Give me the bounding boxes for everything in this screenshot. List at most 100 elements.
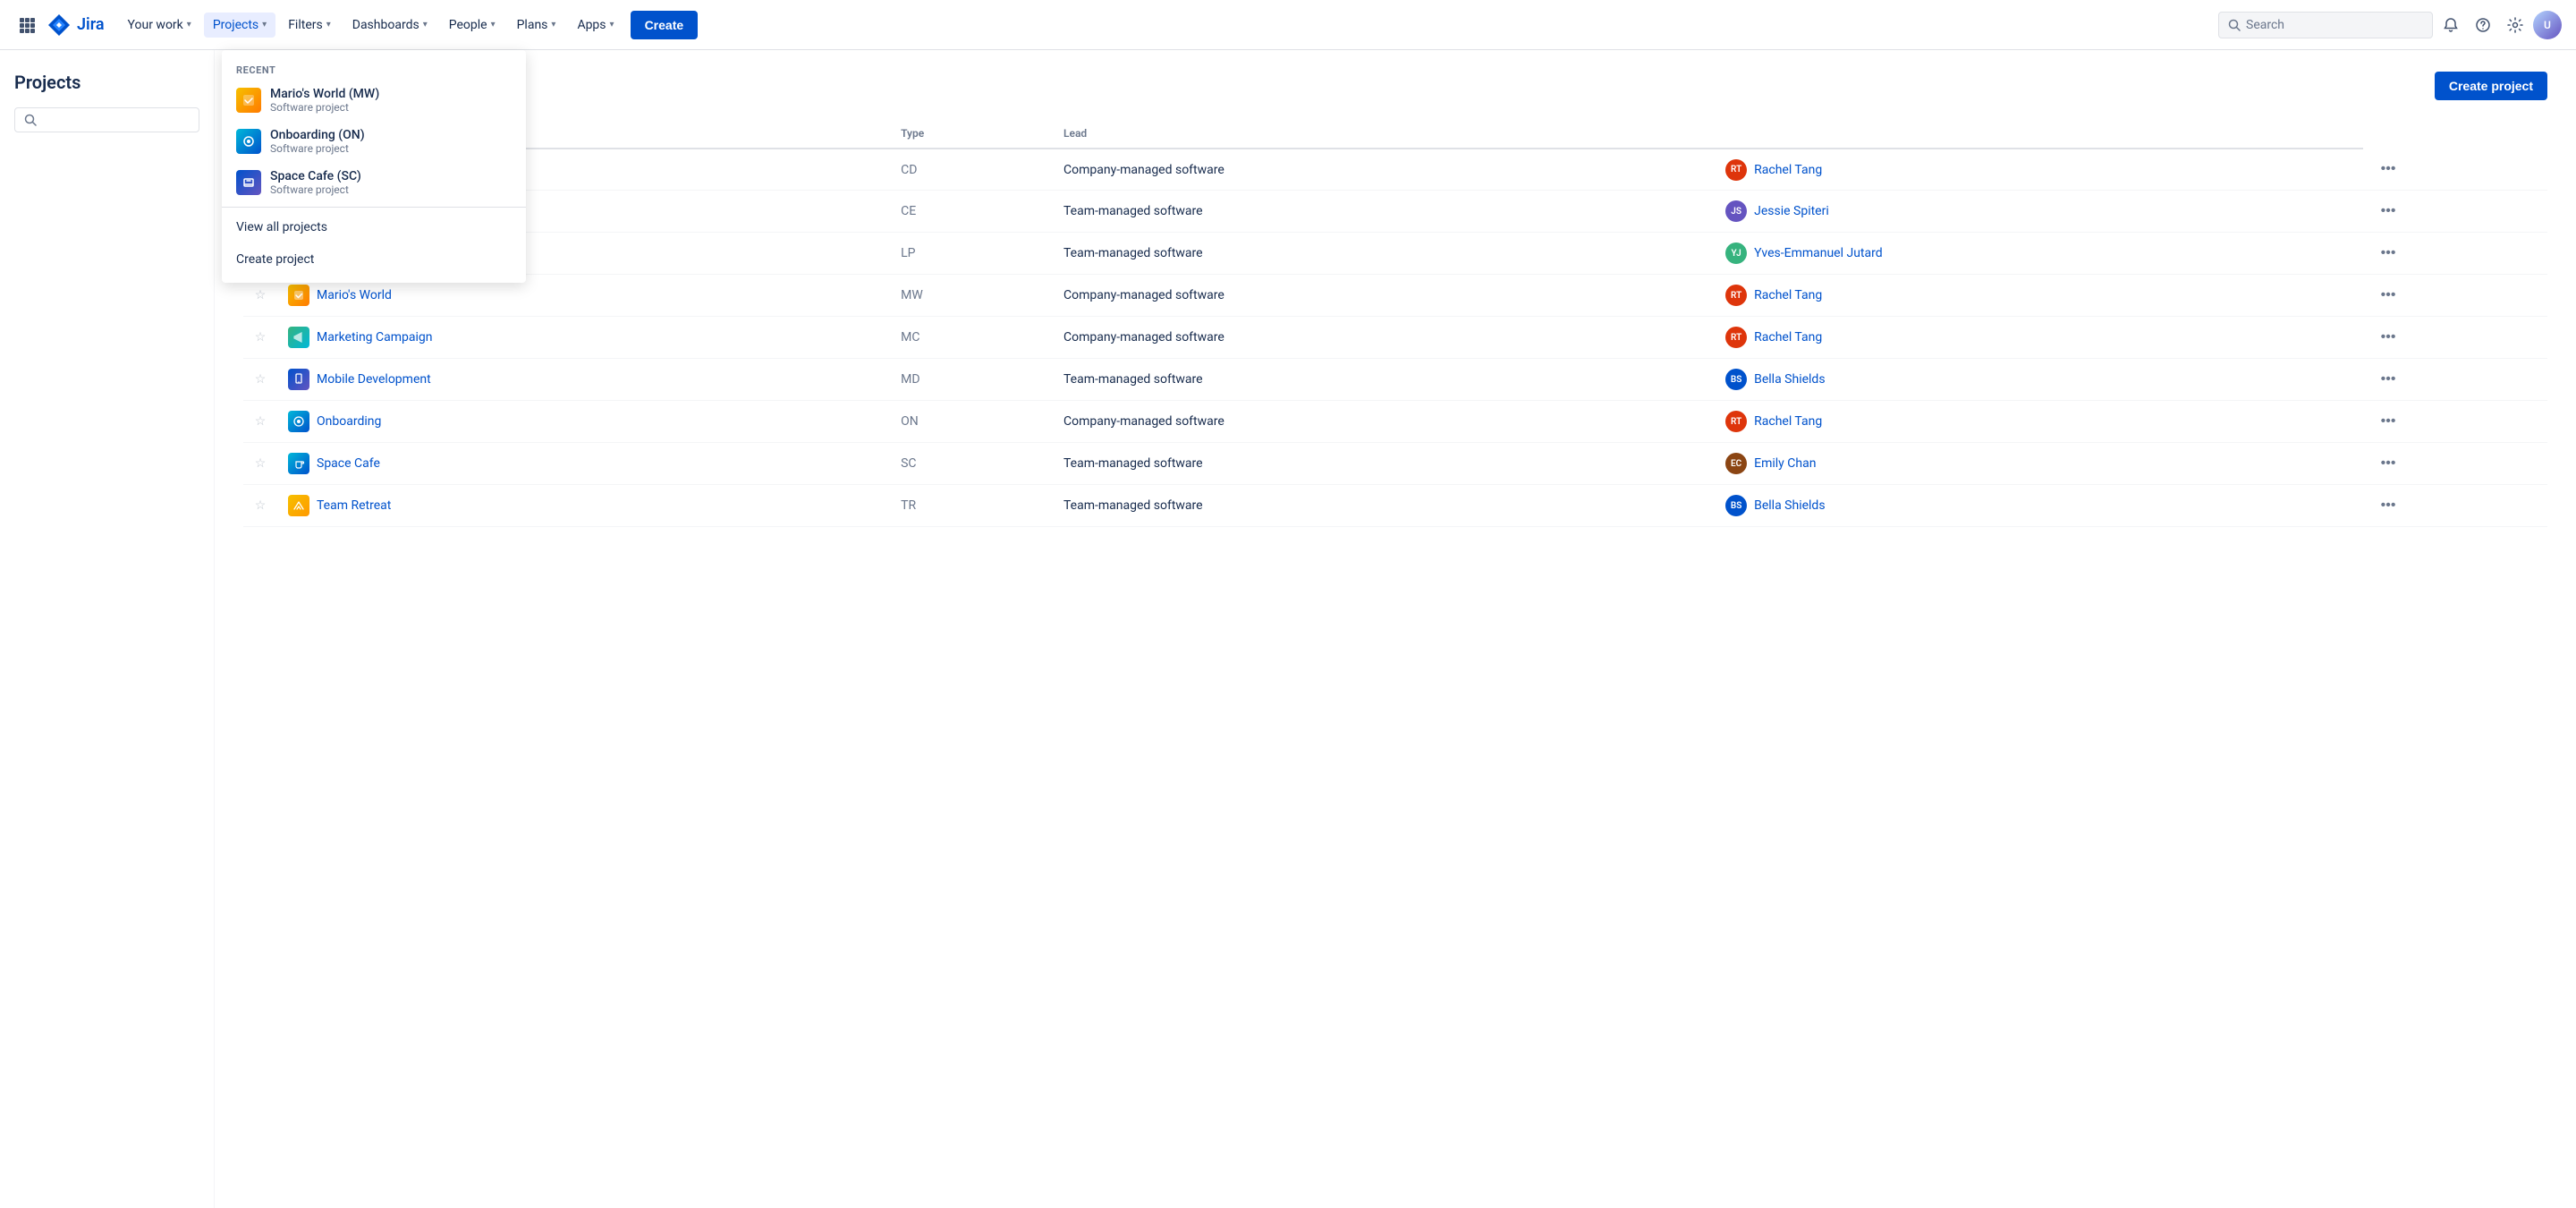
settings-button[interactable] [2501, 11, 2529, 39]
main-header: Create project [243, 72, 2547, 100]
nav-projects[interactable]: Projects ▾ [204, 13, 275, 38]
star-icon-4[interactable]: ☆ [255, 330, 267, 345]
project-key-cell-3: MW [890, 275, 1053, 317]
star-icon-3[interactable]: ☆ [255, 288, 267, 302]
search-label: Search [2246, 18, 2284, 32]
project-link-6[interactable]: Onboarding [288, 411, 879, 432]
star-cell-8: ☆ [243, 485, 277, 527]
grid-menu-icon[interactable] [14, 13, 39, 38]
more-button-5[interactable]: ••• [2374, 368, 2403, 391]
dropdown-create-project[interactable]: Create project [222, 243, 526, 276]
dropdown-view-all-projects[interactable]: View all projects [222, 211, 526, 243]
more-button-4[interactable]: ••• [2374, 326, 2403, 349]
star-icon-7[interactable]: ☆ [255, 456, 267, 471]
col-more-header [1715, 118, 2363, 149]
lead-avatar-8: BS [1725, 495, 1747, 516]
dropdown-item-marios-world[interactable]: Mario's World (MW) Software project [222, 80, 526, 121]
more-button-1[interactable]: ••• [2374, 200, 2403, 223]
project-lead-cell-5: BS Bella Shields [1715, 359, 2363, 401]
table-row: ☆ Launch Planning LP Team-managed softwa… [243, 233, 2547, 275]
project-icon-6 [288, 411, 309, 432]
lead-link-4[interactable]: Rachel Tang [1754, 330, 1822, 345]
lead-avatar-0: RT [1725, 159, 1747, 181]
project-link-7[interactable]: Space Cafe [288, 453, 879, 474]
project-name-text-4: Marketing Campaign [317, 330, 433, 345]
col-lead-header: Lead [1053, 118, 1715, 149]
more-button-0[interactable]: ••• [2374, 157, 2403, 181]
more-button-2[interactable]: ••• [2374, 242, 2403, 265]
dropdown-recent-label: RECENT [222, 57, 526, 80]
table-row: ☆ Mario's World MW Company-managed softw… [243, 275, 2547, 317]
project-key-cell-1: CE [890, 191, 1053, 233]
nav-your-work[interactable]: Your work ▾ [119, 13, 200, 38]
project-lead-cell-1: JS Jessie Spiteri [1715, 191, 2363, 233]
project-key-cell-6: ON [890, 401, 1053, 443]
create-button[interactable]: Create [631, 11, 699, 39]
search-box[interactable]: Search [2218, 12, 2433, 38]
nav-people[interactable]: People ▾ [440, 13, 504, 38]
lead-link-2[interactable]: Yves-Emmanuel Jutard [1754, 246, 1883, 260]
table-row: ☆ Onboarding ON Company-managed software… [243, 401, 2547, 443]
main-content: Create project Name Type [215, 50, 2576, 1208]
project-type-cell-5: Team-managed software [1053, 359, 1715, 401]
search-icon [2228, 19, 2241, 31]
project-lead-cell-3: RT Rachel Tang [1715, 275, 2363, 317]
col-type-header: Type [890, 118, 1053, 149]
lead-link-0[interactable]: Rachel Tang [1754, 163, 1822, 177]
nav-filters[interactable]: Filters ▾ [279, 13, 340, 38]
project-link-8[interactable]: Team Retreat [288, 495, 879, 516]
project-lead-cell-0: RT Rachel Tang [1715, 149, 2363, 191]
project-name-text-5: Mobile Development [317, 372, 431, 387]
star-cell-5: ☆ [243, 359, 277, 401]
project-icon-8 [288, 495, 309, 516]
project-type-cell-8: Team-managed software [1053, 485, 1715, 527]
notifications-button[interactable] [2436, 11, 2465, 39]
project-key-cell-8: TR [890, 485, 1053, 527]
nav-apps[interactable]: Apps ▾ [568, 13, 623, 38]
star-cell-4: ☆ [243, 317, 277, 359]
sidebar-search[interactable] [14, 107, 199, 132]
dropdown-item-marios-icon [236, 88, 261, 113]
star-icon-8[interactable]: ☆ [255, 498, 267, 513]
more-button-8[interactable]: ••• [2374, 494, 2403, 517]
project-type-cell-7: Team-managed software [1053, 443, 1715, 485]
table-row: ☆ Space Cafe SC Team-managed software EC… [243, 443, 2547, 485]
table-row: ☆ Team Retreat TR Team-managed software … [243, 485, 2547, 527]
more-button-6[interactable]: ••• [2374, 410, 2403, 433]
more-button-7[interactable]: ••• [2374, 452, 2403, 475]
jira-logo[interactable]: Jira [47, 13, 105, 38]
nav-dashboards[interactable]: Dashboards ▾ [343, 13, 436, 38]
star-icon-5[interactable]: ☆ [255, 372, 267, 387]
lead-link-1[interactable]: Jessie Spiteri [1754, 204, 1829, 218]
star-cell-7: ☆ [243, 443, 277, 485]
lead-link-6[interactable]: Rachel Tang [1754, 414, 1822, 429]
people-chevron-icon: ▾ [491, 20, 496, 30]
project-link-4[interactable]: Marketing Campaign [288, 327, 879, 348]
sidebar-title: Projects [14, 72, 199, 93]
dropdown-item-onboarding-icon [236, 129, 261, 154]
project-name-text-8: Team Retreat [317, 498, 391, 513]
project-link-5[interactable]: Mobile Development [288, 369, 879, 390]
lead-link-8[interactable]: Bella Shields [1754, 498, 1825, 513]
lead-link-7[interactable]: Emily Chan [1754, 456, 1816, 471]
more-button-3[interactable]: ••• [2374, 284, 2403, 307]
project-name-text-3: Mario's World [317, 288, 392, 302]
create-project-button[interactable]: Create project [2435, 72, 2547, 100]
apps-chevron-icon: ▾ [610, 20, 614, 30]
project-link-3[interactable]: Mario's World [288, 285, 879, 306]
nav-plans[interactable]: Plans ▾ [508, 13, 565, 38]
project-name-cell-5: Mobile Development [277, 359, 890, 401]
star-icon-6[interactable]: ☆ [255, 414, 267, 429]
dropdown-item-onboarding[interactable]: Onboarding (ON) Software project [222, 121, 526, 162]
project-icon-3 [288, 285, 309, 306]
plans-chevron-icon: ▾ [551, 20, 555, 30]
project-name-cell-7: Space Cafe [277, 443, 890, 485]
lead-link-5[interactable]: Bella Shields [1754, 372, 1825, 387]
lead-link-3[interactable]: Rachel Tang [1754, 288, 1822, 302]
help-button[interactable] [2469, 11, 2497, 39]
project-type-cell-3: Company-managed software [1053, 275, 1715, 317]
dropdown-item-space-cafe[interactable]: Space Cafe (SC) Software project [222, 162, 526, 203]
project-more-cell-2: ••• [2363, 233, 2547, 275]
dropdown-item-space-cafe-icon [236, 170, 261, 195]
user-avatar[interactable]: U [2533, 11, 2562, 39]
